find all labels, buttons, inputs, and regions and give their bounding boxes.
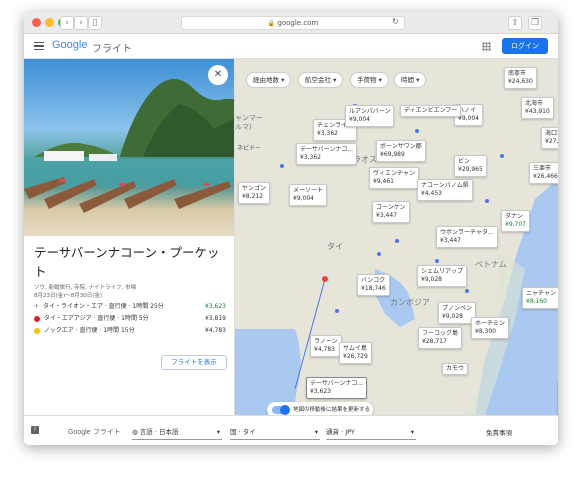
share-icon[interactable]: ⇪: [508, 16, 522, 30]
google-logo[interactable]: Google: [52, 39, 87, 51]
dropdown-icon: ▾: [216, 428, 220, 436]
flight-row[interactable]: ✈ タイ・ライオン・エア · 直行便 · 1時間 25分 ¥3,623: [34, 302, 226, 312]
map-price-pin[interactable]: シェムリアップ ¥9,028: [417, 265, 468, 287]
address-bar[interactable]: 🔒 google.com: [181, 16, 405, 30]
country-select[interactable]: 国 · タイ ▾: [230, 426, 320, 440]
map-price-pin[interactable]: 海口市¥27,187: [541, 127, 558, 149]
map-dot[interactable]: [415, 129, 419, 133]
footer: ! Google フライト ◍ 言語 · 日本語 ▾ 国 · タイ ▾ 通貨 · J…: [24, 415, 558, 445]
flight-price: ¥3,819: [205, 315, 226, 322]
country-label: カンボジア: [390, 298, 430, 307]
island-photo-art: [24, 79, 234, 213]
map-dot[interactable]: [485, 199, 489, 203]
airasia-logo: [34, 315, 40, 322]
origin-marker: [322, 276, 328, 282]
flight-price: ¥3,623: [205, 303, 226, 310]
filter-airlines[interactable]: 航空会社 ▾: [298, 72, 344, 88]
map-dot[interactable]: [377, 252, 381, 256]
browser-titlebar: ‹ › ▯ 🔒 google.com ↻ ⇪ ❐: [24, 12, 558, 34]
map-price-pin[interactable]: フーコック島 ¥28,717: [418, 327, 463, 349]
map-price-pin[interactable]: ナコーンパノム県 ¥4,453: [417, 179, 473, 201]
map-price-pin[interactable]: サムイ島 ¥26,729: [339, 342, 372, 364]
show-flights-button[interactable]: フライトを表示: [161, 355, 227, 370]
map-price-pin[interactable]: バンコク ¥18,746: [357, 274, 390, 296]
airplane-icon: ✈: [34, 303, 40, 310]
reload-icon[interactable]: ↻: [392, 17, 399, 26]
app-header: Google フライト ログイン: [24, 34, 558, 59]
disclaimer-link[interactable]: 免責事項: [486, 427, 512, 437]
selected-destination-pin[interactable]: テーサバーンナコ... ¥3,623: [306, 377, 368, 399]
map-price-pin[interactable]: ビン ¥29,965: [454, 155, 487, 177]
city-label: ネピドー: [237, 145, 262, 152]
map-price-pin[interactable]: カモウ: [442, 363, 469, 375]
map-price-pin[interactable]: 北海市 ¥43,910: [521, 97, 554, 119]
map-dot[interactable]: [395, 239, 399, 243]
nokair-logo: [34, 327, 40, 334]
filter-time[interactable]: 時間 ▾: [394, 72, 427, 88]
menu-icon[interactable]: [34, 42, 44, 50]
map-price-pin[interactable]: ラノーン ¥4,783: [310, 335, 342, 357]
destination-photo: ✕: [24, 59, 234, 236]
flight-row[interactable]: タイ・エアアジア · 直行便 · 1時間 5分 ¥3,819: [34, 314, 226, 324]
map-price-pin[interactable]: ヤンゴン ¥8,212: [238, 182, 271, 204]
browser-window: ‹ › ▯ 🔒 google.com ↻ ⇪ ❐ Google フライト ログイ…: [24, 12, 558, 445]
map-price-pin[interactable]: メーソート ¥9,004: [289, 184, 328, 206]
map-dot[interactable]: [335, 309, 339, 313]
map-price-pin[interactable]: ルアンパバーン ¥9,004: [345, 105, 395, 127]
country-label: タイ: [327, 242, 343, 251]
back-button[interactable]: ‹: [60, 16, 74, 30]
globe-icon: ◍: [132, 428, 138, 436]
forward-button[interactable]: ›: [74, 16, 88, 30]
map-price-pin[interactable]: 三亜市 ¥26,466: [529, 162, 558, 184]
tabs-icon[interactable]: ❐: [528, 16, 542, 30]
flight-row[interactable]: ノックエア · 直行便 · 1時間 15分 ¥4,783: [34, 326, 226, 336]
map-price-pin[interactable]: ニャチャン ¥8,160: [522, 287, 558, 309]
map-price-pin[interactable]: 南寧市 ¥24,630: [504, 67, 537, 89]
map-price-pin[interactable]: ディエンビエンフー: [400, 105, 462, 117]
map-dot[interactable]: [435, 259, 439, 263]
lock-icon: 🔒: [267, 20, 276, 27]
dropdown-icon: ▾: [314, 428, 318, 436]
filter-baggage[interactable]: 手荷物 ▾: [350, 72, 389, 88]
map-price-pin[interactable]: コーンケン ¥3,447: [372, 201, 410, 223]
trip-dates: 8月23日(金)～8月30日(金): [34, 293, 103, 299]
close-window-button[interactable]: [32, 18, 41, 27]
map-dot[interactable]: [500, 154, 504, 158]
dropdown-icon: ▾: [410, 428, 414, 436]
country-label: ベトナム: [475, 260, 507, 269]
flight-price: ¥4,783: [205, 327, 226, 334]
destination-title: テーサバーンナコーン・プーケット: [34, 245, 220, 279]
close-panel-button[interactable]: ✕: [208, 65, 228, 85]
sidebar-icon[interactable]: ▯: [88, 16, 102, 30]
map-view[interactable]: ラオス タイ カンボジア ベトナム ャンマー ルマ) ネピドー: [235, 59, 558, 415]
destination-panel: ✕ テーサバーンナコーン・プーケット ゾウ, 新婚旅行, 寺院, ナイトライフ,…: [24, 59, 235, 415]
map-dot[interactable]: [465, 289, 469, 293]
map-price-pin[interactable]: ヴィエンチャン ¥9,461: [369, 167, 419, 189]
map-price-pin[interactable]: テーサバーンナコ... ¥3,362: [296, 143, 358, 165]
filter-stops[interactable]: 経由地数 ▾: [246, 72, 292, 88]
destination-tags: ゾウ, 新婚旅行, 寺院, ナイトライフ, 市場: [34, 285, 136, 291]
footer-brand: Google フライト: [68, 428, 121, 436]
toggle-switch[interactable]: [272, 405, 290, 415]
minimize-window-button[interactable]: [45, 18, 54, 27]
feedback-icon[interactable]: !: [31, 426, 39, 434]
product-name: フライト: [92, 44, 132, 55]
map-background: [235, 59, 558, 415]
map-price-pin[interactable]: ダナン ¥9,707: [501, 210, 530, 232]
country-label: ルマ): [235, 123, 252, 131]
login-button[interactable]: ログイン: [502, 38, 548, 54]
map-price-pin[interactable]: ホーチミン ¥8,300: [471, 317, 510, 339]
map-price-pin[interactable]: ボーンサワン郡 ¥69,989: [376, 140, 426, 162]
map-dot[interactable]: [280, 164, 284, 168]
map-price-pin[interactable]: ウボンラーチャタ... ¥3,447: [436, 226, 498, 248]
apps-grid-icon[interactable]: [482, 42, 491, 51]
currency-select[interactable]: 通貨 · JPY ▾: [326, 426, 416, 440]
language-select[interactable]: ◍ 言語 · 日本語 ▾: [132, 426, 222, 440]
